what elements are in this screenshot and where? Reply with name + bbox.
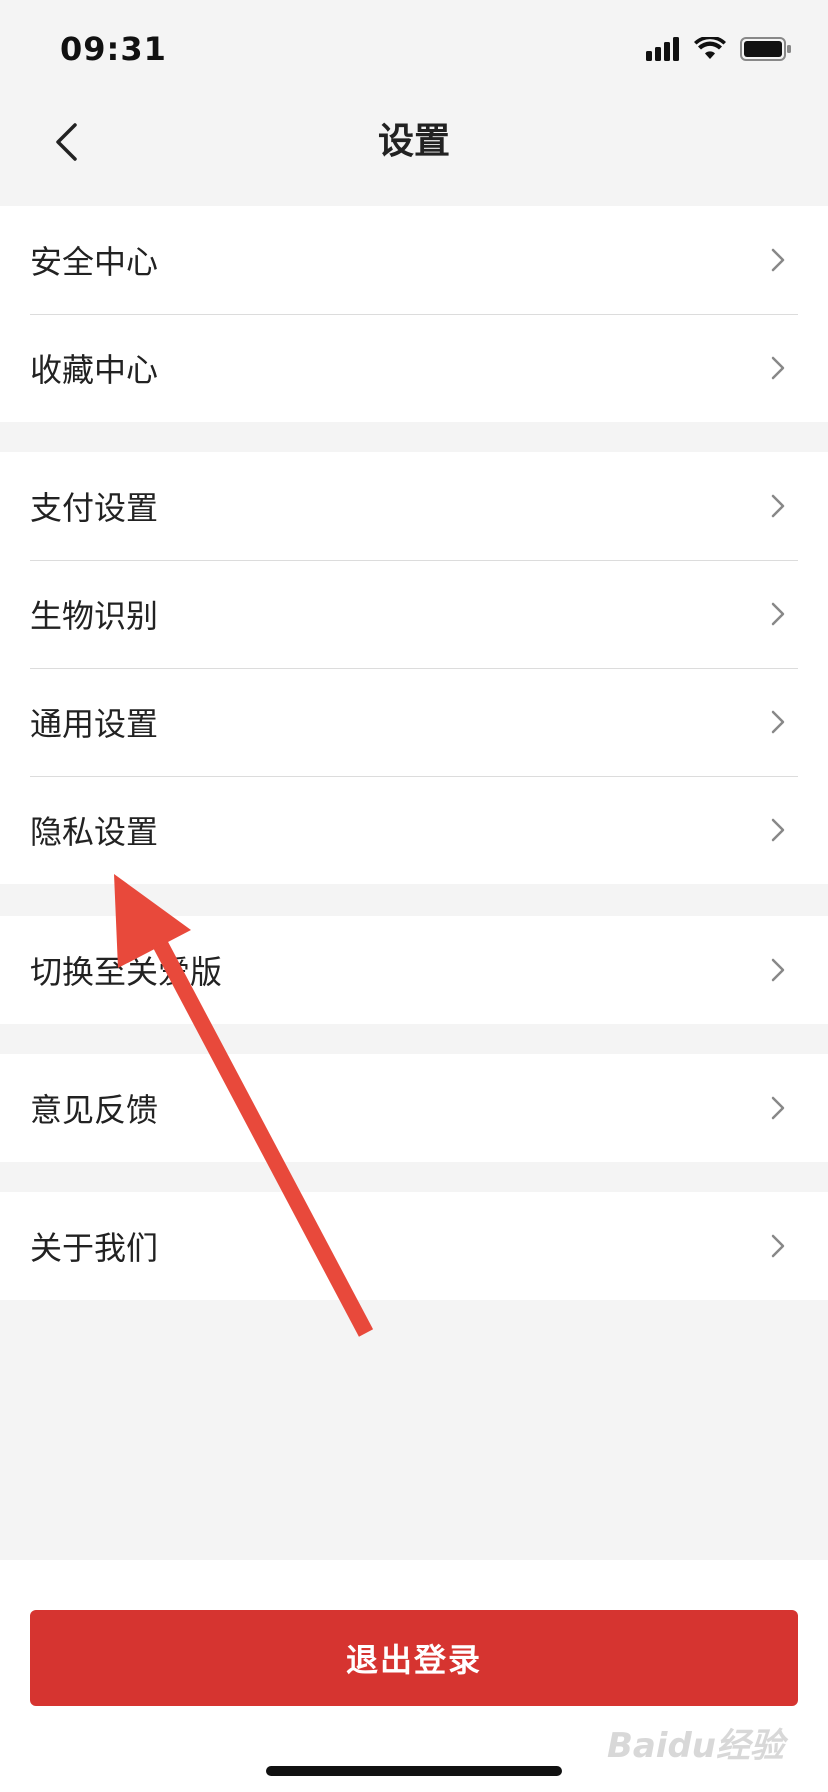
row-biometrics[interactable]: 生物识别 bbox=[0, 560, 828, 668]
row-label: 隐私设置 bbox=[30, 813, 159, 851]
row-care-mode[interactable]: 切换至关爱版 bbox=[0, 916, 828, 1024]
logout-button[interactable]: 退出登录 bbox=[30, 1610, 798, 1706]
row-label: 意见反馈 bbox=[30, 1091, 159, 1129]
settings-group-2: 支付设置 生物识别 通用设置 隐私设置 bbox=[0, 452, 828, 884]
chevron-right-icon bbox=[766, 1234, 790, 1258]
chevron-right-icon bbox=[766, 356, 790, 380]
row-general-settings[interactable]: 通用设置 bbox=[0, 668, 828, 776]
row-label: 切换至关爱版 bbox=[30, 953, 223, 991]
row-label: 收藏中心 bbox=[30, 351, 159, 389]
chevron-right-icon bbox=[766, 494, 790, 518]
home-indicator[interactable] bbox=[266, 1766, 562, 1776]
chevron-right-icon bbox=[766, 818, 790, 842]
row-label: 关于我们 bbox=[30, 1229, 159, 1267]
chevron-right-icon bbox=[766, 602, 790, 626]
settings-group-1: 安全中心 收藏中心 bbox=[0, 206, 828, 422]
watermark: Baidu经验 bbox=[606, 1726, 784, 1766]
page-title: 设置 bbox=[377, 121, 450, 162]
settings-group-5: 关于我们 bbox=[0, 1192, 828, 1300]
row-security-center[interactable]: 安全中心 bbox=[0, 206, 828, 314]
settings-group-4: 意见反馈 bbox=[0, 1054, 828, 1162]
bottom-area: 退出登录 Baidu经验 bbox=[0, 1560, 828, 1792]
wifi-icon bbox=[694, 35, 726, 65]
settings-group-3: 切换至关爱版 bbox=[0, 916, 828, 1024]
row-label: 通用设置 bbox=[30, 705, 159, 743]
row-about-us[interactable]: 关于我们 bbox=[0, 1192, 828, 1300]
row-label: 生物识别 bbox=[30, 597, 159, 635]
row-label: 安全中心 bbox=[30, 243, 159, 281]
row-privacy-settings[interactable]: 隐私设置 bbox=[0, 776, 828, 884]
chevron-right-icon bbox=[766, 1096, 790, 1120]
signal-icon bbox=[646, 37, 680, 65]
status-time: 09:31 bbox=[60, 30, 167, 68]
chevron-right-icon bbox=[766, 248, 790, 272]
row-label: 支付设置 bbox=[30, 489, 159, 527]
row-feedback[interactable]: 意见反馈 bbox=[0, 1054, 828, 1162]
status-icons bbox=[646, 35, 792, 66]
chevron-right-icon bbox=[766, 710, 790, 734]
chevron-right-icon bbox=[766, 958, 790, 982]
nav-bar: 设置 bbox=[0, 100, 828, 200]
battery-icon bbox=[740, 36, 792, 66]
status-bar: 09:31 bbox=[0, 0, 828, 100]
row-favorites-center[interactable]: 收藏中心 bbox=[0, 314, 828, 422]
row-payment-settings[interactable]: 支付设置 bbox=[0, 452, 828, 560]
